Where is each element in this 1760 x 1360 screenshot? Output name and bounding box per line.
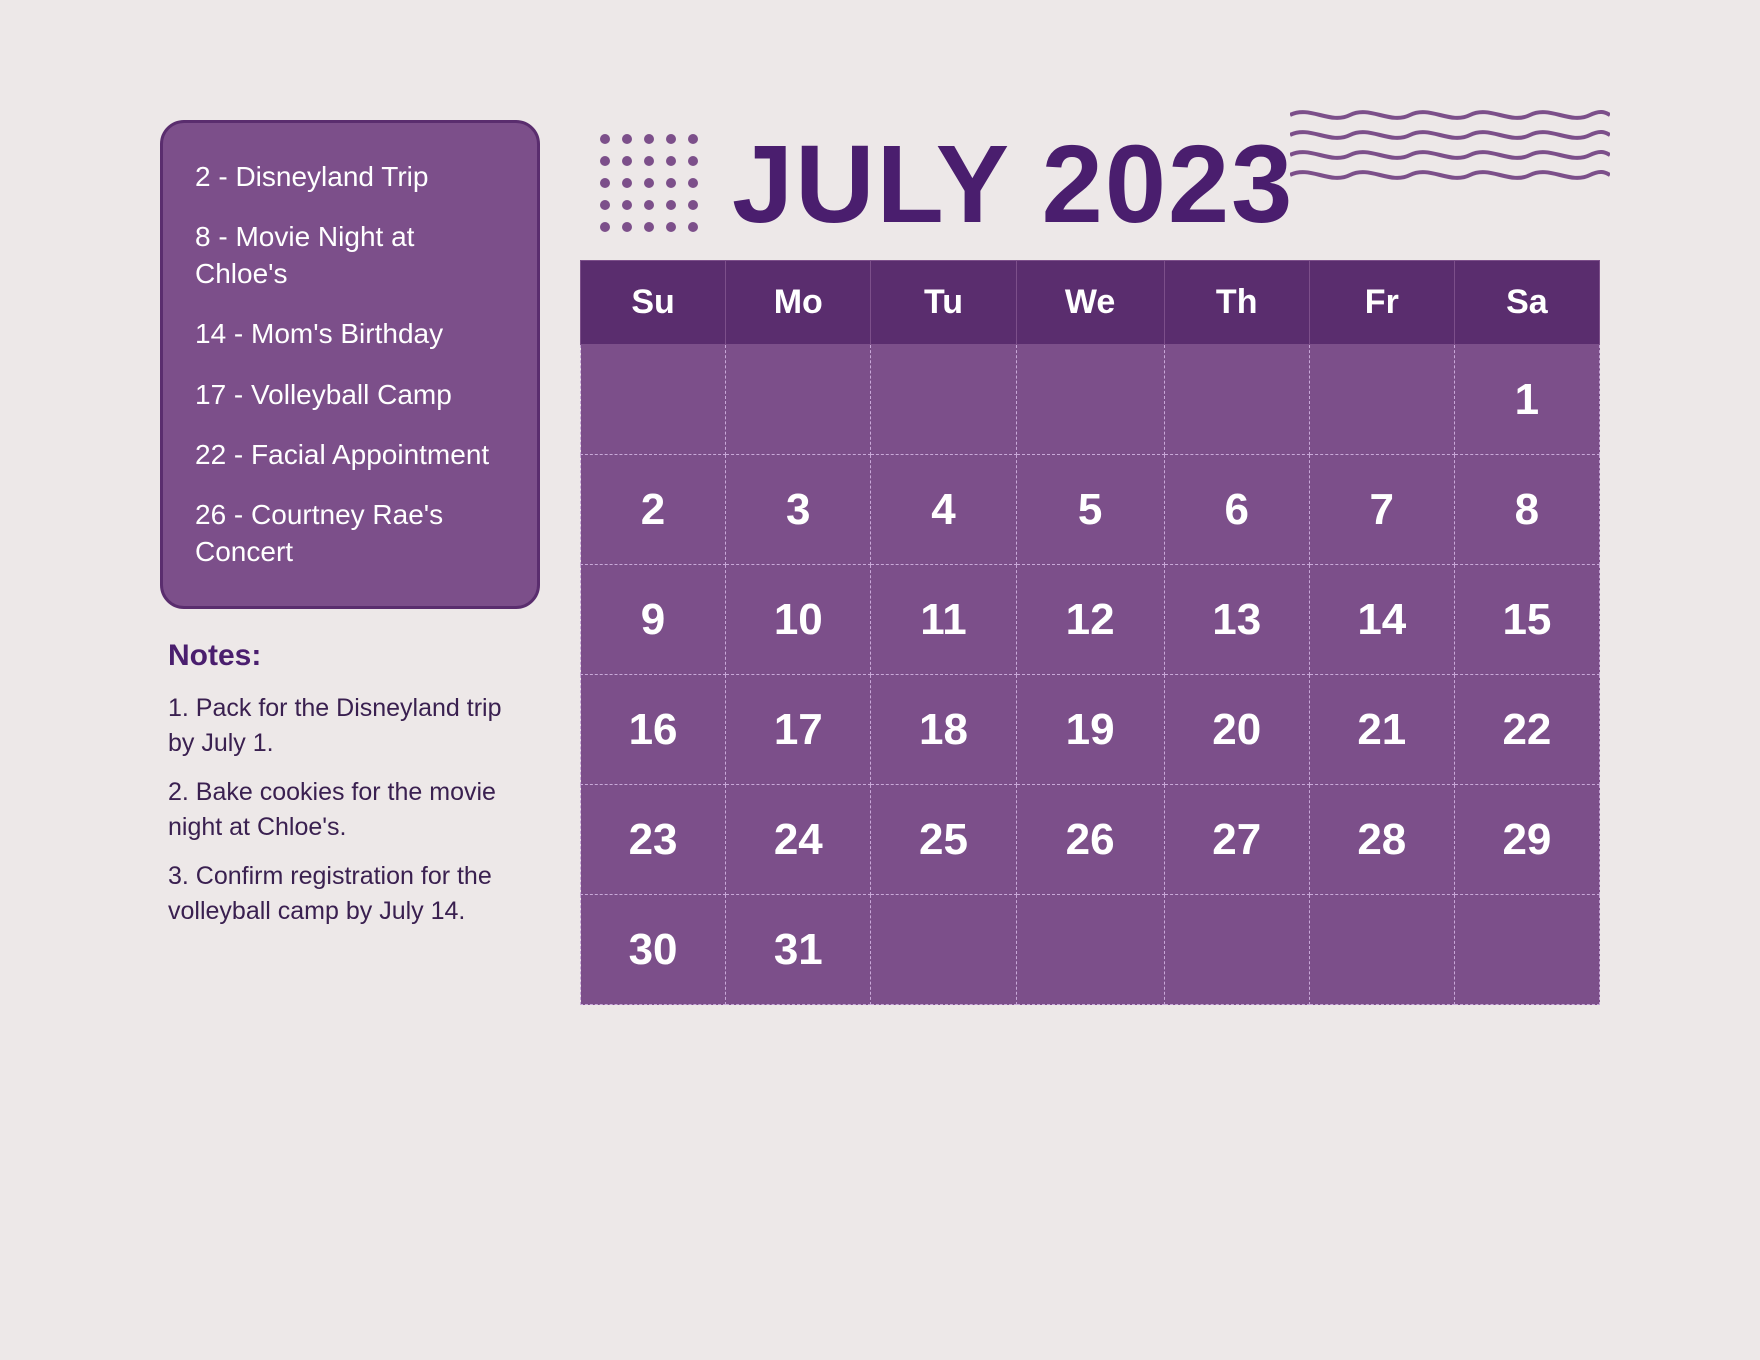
calendar-week-1: 1 bbox=[581, 345, 1600, 455]
calendar-day: 14 bbox=[1309, 565, 1454, 675]
calendar-day: 2 bbox=[581, 455, 726, 565]
event-item-2: 8 - Movie Night at Chloe's bbox=[195, 219, 505, 292]
page: 2 - Disneyland Trip 8 - Movie Night at C… bbox=[120, 80, 1640, 1280]
calendar-day: 26 bbox=[1016, 785, 1164, 895]
calendar-day: 6 bbox=[1164, 455, 1309, 565]
calendar-day: 21 bbox=[1309, 675, 1454, 785]
calendar-day: 31 bbox=[726, 895, 871, 1005]
notes-section: Notes: 1. Pack for the Disneyland trip b… bbox=[160, 639, 540, 943]
calendar-week-2: 2345678 bbox=[581, 455, 1600, 565]
right-column: JULY 2023 Su Mo Tu We Th Fr Sa 123456789… bbox=[580, 120, 1600, 1240]
calendar-day bbox=[1164, 345, 1309, 455]
calendar-day: 12 bbox=[1016, 565, 1164, 675]
calendar-day: 24 bbox=[726, 785, 871, 895]
calendar-day: 9 bbox=[581, 565, 726, 675]
calendar-day: 29 bbox=[1454, 785, 1599, 895]
calendar-day: 19 bbox=[1016, 675, 1164, 785]
month-year-title: JULY 2023 bbox=[732, 130, 1294, 240]
event-item-6: 26 - Courtney Rae's Concert bbox=[195, 497, 505, 570]
event-item-3: 14 - Mom's Birthday bbox=[195, 316, 505, 352]
calendar-day: 18 bbox=[871, 675, 1016, 785]
day-header-we: We bbox=[1016, 261, 1164, 345]
calendar-day: 17 bbox=[726, 675, 871, 785]
calendar-day: 7 bbox=[1309, 455, 1454, 565]
note-item-2: 2. Bake cookies for the movie night at C… bbox=[168, 775, 532, 845]
calendar-week-6: 3031 bbox=[581, 895, 1600, 1005]
day-header-mo: Mo bbox=[726, 261, 871, 345]
day-header-tu: Tu bbox=[871, 261, 1016, 345]
calendar-day: 23 bbox=[581, 785, 726, 895]
calendar-day: 30 bbox=[581, 895, 726, 1005]
calendar-day: 4 bbox=[871, 455, 1016, 565]
notes-title: Notes: bbox=[168, 639, 532, 673]
month-label: JULY bbox=[732, 123, 1009, 246]
calendar-day bbox=[1454, 895, 1599, 1005]
calendar-day bbox=[871, 345, 1016, 455]
calendar-day bbox=[1016, 895, 1164, 1005]
day-header-fr: Fr bbox=[1309, 261, 1454, 345]
calendar-day bbox=[581, 345, 726, 455]
day-header-su: Su bbox=[581, 261, 726, 345]
calendar-week-4: 16171819202122 bbox=[581, 675, 1600, 785]
calendar-day bbox=[1309, 345, 1454, 455]
calendar-day: 13 bbox=[1164, 565, 1309, 675]
day-header-sa: Sa bbox=[1454, 261, 1599, 345]
calendar-day: 11 bbox=[871, 565, 1016, 675]
calendar-day: 8 bbox=[1454, 455, 1599, 565]
event-item-4: 17 - Volleyball Camp bbox=[195, 377, 505, 413]
left-column: 2 - Disneyland Trip 8 - Movie Night at C… bbox=[160, 120, 540, 1240]
events-box: 2 - Disneyland Trip 8 - Movie Night at C… bbox=[160, 120, 540, 609]
calendar-day: 27 bbox=[1164, 785, 1309, 895]
calendar-day: 20 bbox=[1164, 675, 1309, 785]
calendar-day: 25 bbox=[871, 785, 1016, 895]
calendar-day: 22 bbox=[1454, 675, 1599, 785]
calendar-day bbox=[871, 895, 1016, 1005]
day-header-th: Th bbox=[1164, 261, 1309, 345]
dot-grid bbox=[600, 134, 702, 236]
year-label: 2023 bbox=[1042, 123, 1295, 246]
event-item-1: 2 - Disneyland Trip bbox=[195, 159, 505, 195]
event-item-5: 22 - Facial Appointment bbox=[195, 437, 505, 473]
calendar-day: 1 bbox=[1454, 345, 1599, 455]
calendar-week-5: 23242526272829 bbox=[581, 785, 1600, 895]
wavy-decoration bbox=[1290, 100, 1610, 200]
calendar-header-row: Su Mo Tu We Th Fr Sa bbox=[581, 261, 1600, 345]
calendar-day: 3 bbox=[726, 455, 871, 565]
note-item-3: 3. Confirm registration for the volleyba… bbox=[168, 859, 532, 929]
calendar-day: 16 bbox=[581, 675, 726, 785]
calendar-day bbox=[726, 345, 871, 455]
calendar-day: 10 bbox=[726, 565, 871, 675]
calendar-day bbox=[1016, 345, 1164, 455]
calendar-day bbox=[1164, 895, 1309, 1005]
note-item-1: 1. Pack for the Disneyland trip by July … bbox=[168, 691, 532, 761]
calendar-day: 15 bbox=[1454, 565, 1599, 675]
calendar-grid: Su Mo Tu We Th Fr Sa 1234567891011121314… bbox=[580, 260, 1600, 1005]
calendar-day: 28 bbox=[1309, 785, 1454, 895]
calendar-day bbox=[1309, 895, 1454, 1005]
calendar-week-3: 9101112131415 bbox=[581, 565, 1600, 675]
calendar-day: 5 bbox=[1016, 455, 1164, 565]
